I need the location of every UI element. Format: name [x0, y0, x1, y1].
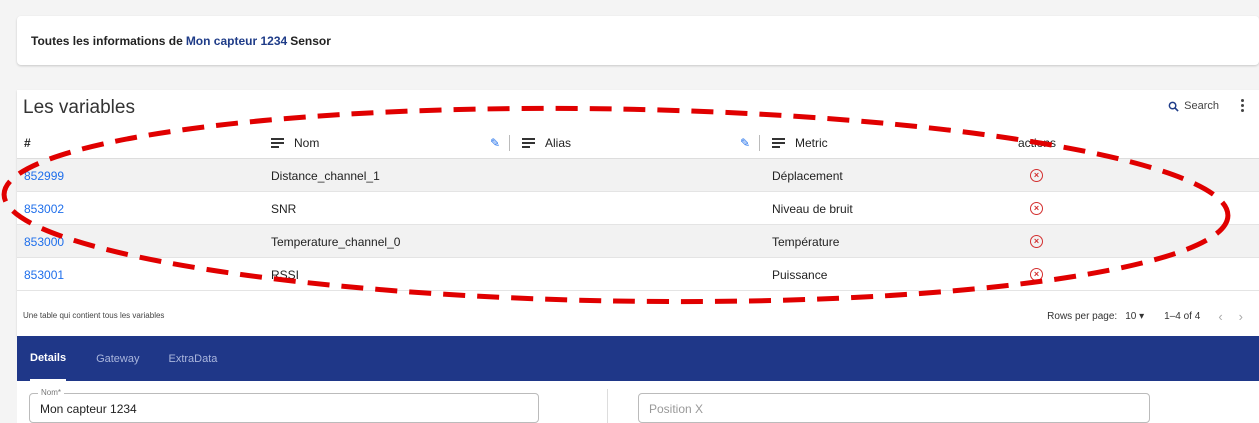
detail-tabs: Details Gateway ExtraData — [17, 336, 1259, 381]
caret-down-icon: ▾ — [1139, 310, 1145, 322]
column-header-actions: actions — [1018, 136, 1057, 150]
column-menu-icon[interactable] — [271, 136, 284, 150]
variable-metric: Température — [772, 234, 840, 249]
column-menu-icon[interactable] — [772, 136, 785, 150]
search-button[interactable]: Search — [1168, 100, 1219, 112]
next-page-icon[interactable]: › — [1239, 309, 1243, 324]
nom-field-label: Nom* — [38, 388, 65, 397]
variable-metric: Niveau de bruit — [772, 201, 853, 216]
nom-field[interactable]: Nom* Mon capteur 1234 — [29, 388, 539, 423]
column-header-id[interactable]: # — [24, 127, 31, 159]
pencil-icon[interactable]: ✎ — [490, 136, 500, 150]
table-header: # Nom ✎ Alias ✎ Metric actions — [17, 127, 1259, 159]
sensor-name-link[interactable]: Mon capteur 1234 — [186, 34, 287, 48]
column-header-nom[interactable]: Nom — [271, 127, 319, 159]
form-divider — [607, 389, 608, 423]
tab-extradata[interactable]: ExtraData — [169, 336, 218, 381]
edit-alias-column[interactable]: ✎ — [740, 127, 750, 159]
search-icon — [1168, 101, 1179, 112]
rows-per-page-label: Rows per page: — [1047, 310, 1118, 322]
column-separator — [509, 127, 510, 159]
variable-name: RSSI — [271, 267, 300, 282]
column-separator — [759, 127, 760, 159]
rows-per-page-select[interactable]: 10 ▾ — [1125, 311, 1144, 322]
position-x-placeholder: Position X — [649, 402, 704, 416]
pagination: Rows per page: 10 ▾ 1–4 of 4 ‹ › — [1047, 306, 1259, 326]
variable-metric: Déplacement — [772, 168, 843, 183]
variable-id-link[interactable]: 853000 — [24, 225, 64, 258]
column-header-metric[interactable]: Metric — [772, 127, 828, 159]
edit-nom-column[interactable]: ✎ — [490, 127, 500, 159]
delete-icon[interactable]: × — [1030, 202, 1043, 215]
tab-details[interactable]: Details — [30, 336, 67, 381]
variable-name: SNR — [271, 201, 297, 216]
pencil-icon[interactable]: ✎ — [740, 136, 750, 150]
more-options-icon[interactable] — [1239, 99, 1245, 112]
info-prefix: Toutes les informations de — [31, 33, 183, 48]
variable-metric: Puissance — [772, 267, 828, 282]
table-row[interactable]: 853002 SNR Niveau de bruit × — [17, 192, 1259, 225]
table-caption: Une table qui contient tous les variable… — [23, 311, 165, 320]
variable-name: Distance_channel_1 — [271, 168, 380, 183]
variable-id-link[interactable]: 852999 — [24, 159, 64, 192]
variable-name: Temperature_channel_0 — [271, 234, 401, 249]
variable-id-link[interactable]: 853002 — [24, 192, 64, 225]
table-row[interactable]: 853001 RSSI Puissance × — [17, 258, 1259, 291]
table-row[interactable]: 853000 Temperature_channel_0 Température… — [17, 225, 1259, 258]
variable-id-link[interactable]: 853001 — [24, 258, 64, 291]
column-menu-icon[interactable] — [522, 136, 535, 150]
variables-table-card: Les variables Search # Nom ✎ Alias ✎ Met… — [17, 90, 1259, 336]
table-row[interactable]: 852999 Distance_channel_1 Déplacement × — [17, 159, 1259, 192]
column-header-alias[interactable]: Alias — [522, 127, 571, 159]
table-title: Les variables — [23, 97, 135, 118]
tab-gateway[interactable]: Gateway — [96, 336, 139, 381]
delete-icon[interactable]: × — [1030, 169, 1043, 182]
delete-icon[interactable]: × — [1030, 235, 1043, 248]
prev-page-icon[interactable]: ‹ — [1218, 309, 1222, 324]
position-x-field[interactable]: Position X — [638, 393, 1150, 423]
nom-field-value: Mon capteur 1234 — [40, 402, 137, 416]
search-label: Search — [1184, 100, 1219, 112]
delete-icon[interactable]: × — [1030, 268, 1043, 281]
details-form: Nom* Mon capteur 1234 Position X — [17, 381, 1259, 423]
info-suffix: Sensor — [290, 33, 331, 48]
sensor-info-card: Toutes les informations de Mon capteur 1… — [17, 16, 1259, 65]
page-range: 1–4 of 4 — [1164, 310, 1201, 322]
